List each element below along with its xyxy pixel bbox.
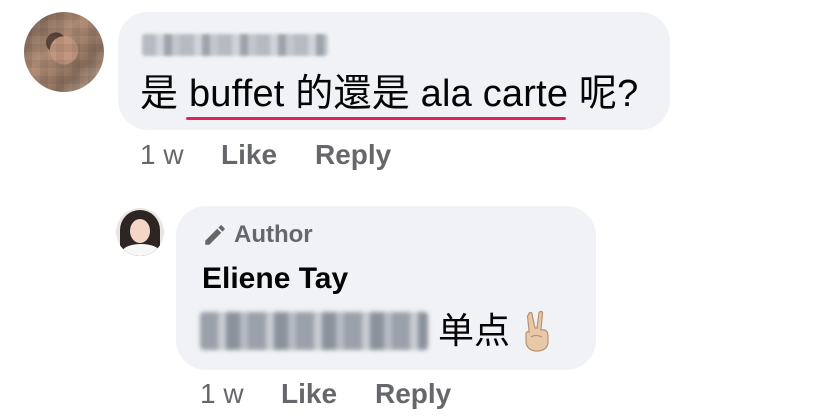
reply-author-avatar[interactable] [116,208,164,256]
comment-reply-label[interactable]: Reply [315,139,391,170]
author-badge-label: Author [234,221,313,248]
comment-text: 是 buffet 的還是 ala carte 呢? [140,73,639,115]
comment-like-label[interactable]: Like [221,139,277,170]
reply-like-label[interactable]: Like [281,378,337,409]
reply-reply-label[interactable]: Reply [375,378,451,409]
avatar-face [130,219,150,243]
avatar-shoulder [122,244,160,256]
commenter-avatar[interactable] [24,12,104,92]
reply-text-row: 单点 [438,308,554,354]
reply-like-button[interactable]: Like [281,378,337,410]
reply-text: 单点 [438,310,511,351]
comment-timestamp-label[interactable]: 1 w [140,139,184,170]
reply-author-name[interactable]: Eliene Tay [202,260,348,298]
commenter-name-redacted[interactable] [142,34,328,56]
pencil-icon [205,225,225,245]
author-badge: Author [202,220,313,250]
spellcheck-underline [186,117,566,120]
reply-timestamp-label[interactable]: 1 w [200,378,244,409]
victory-hand-icon [525,310,549,352]
mention-redacted[interactable] [200,312,428,350]
reply-timestamp[interactable]: 1 w [200,378,244,410]
reply-reply-button[interactable]: Reply [375,378,451,410]
comment-reply-button[interactable]: Reply [315,139,391,171]
comment-timestamp[interactable]: 1 w [140,139,184,171]
comment-like-button[interactable]: Like [221,139,277,171]
